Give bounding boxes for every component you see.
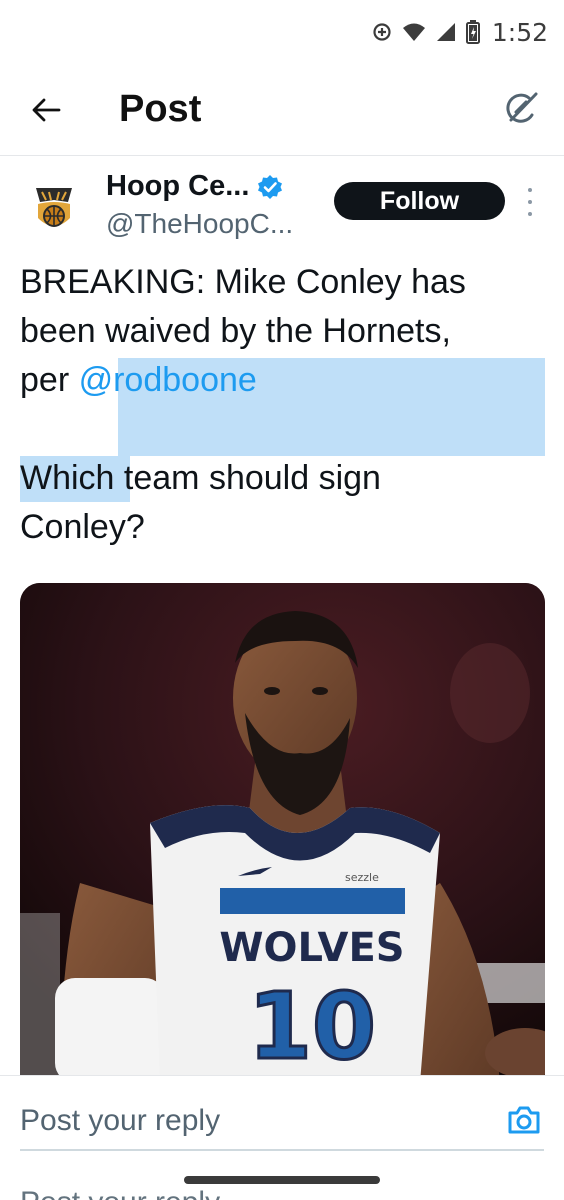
reply-bar: Post your reply Post your reply [0,1075,564,1200]
player-photo: sezzle WOLVES 10 [20,583,545,1083]
post-text-line: BREAKING: Mike Conley has [20,263,466,301]
more-vertical-icon-dot [528,200,532,204]
jersey-team-name: WOLVES [219,925,404,971]
grok-button[interactable] [498,86,544,132]
reply-input-underline [20,1149,544,1151]
post-media-image[interactable]: sezzle WOLVES 10 [20,583,545,1083]
verified-badge-icon [258,174,283,199]
back-button[interactable] [24,88,68,132]
jersey-sponsor: sezzle [345,871,379,884]
jersey-number: 10 [248,973,376,1080]
follow-button[interactable]: Follow [334,182,505,220]
post-text-line: Which team should sign [20,459,381,497]
post-text-prefix: per [20,361,79,399]
page-title: Post [119,88,202,130]
more-options-button[interactable] [520,188,540,216]
status-icons [372,20,480,44]
mention-link[interactable]: @rodboone [79,361,257,399]
post-text-line: per @rodboone [20,356,550,405]
more-vertical-icon-dot [528,212,532,216]
top-app-bar: Post [0,64,564,156]
grok-icon [506,92,538,123]
camera-button[interactable] [506,1102,542,1138]
camera-icon [508,1106,540,1134]
post-text-line: been waived by the Hornets, [20,312,451,350]
more-vertical-icon-dot [528,188,532,192]
hoop-central-logo-icon [36,188,72,227]
signal-icon [436,22,456,42]
data-saver-icon [372,22,392,42]
author-handle[interactable]: @TheHoopC... [106,208,293,240]
home-indicator[interactable] [184,1176,380,1184]
author-name: Hoop Ce... [106,170,250,202]
status-bar: 1:52 [0,0,564,64]
status-time: 1:52 [491,18,548,47]
post-text: BREAKING: Mike Conley has been waived by… [20,258,550,552]
post-author-row: Hoop Ce... @TheHoopC... Follow [0,166,564,246]
reply-input-ghost: Post your reply [20,1186,220,1200]
battery-charging-icon [466,20,480,44]
author-avatar[interactable] [22,176,86,240]
post-text-blank-line [20,405,550,454]
author-name-line[interactable]: Hoop Ce... [106,170,283,203]
arrow-left-icon [32,98,61,122]
wifi-icon [402,22,426,42]
post-text-line: Conley? [20,508,145,546]
reply-input[interactable]: Post your reply [20,1104,220,1138]
